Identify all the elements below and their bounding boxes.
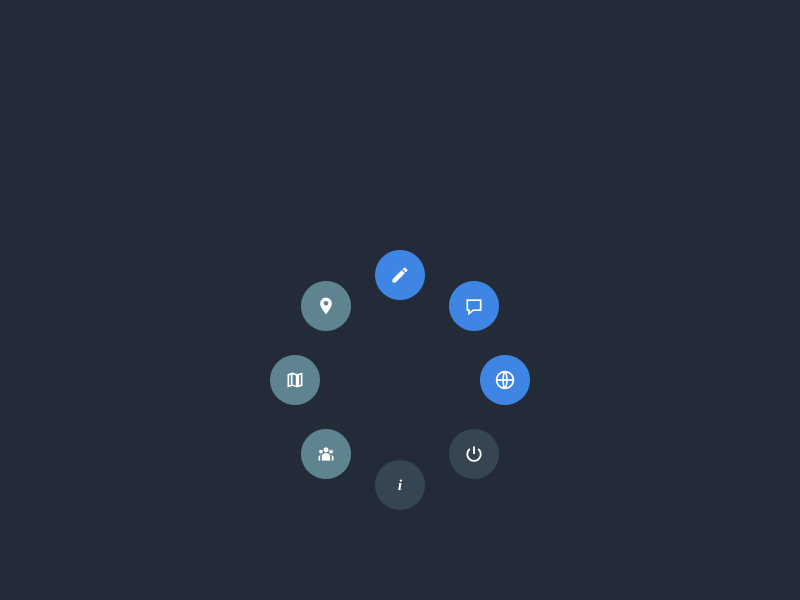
map-icon [285,370,305,390]
group-icon [316,444,336,464]
menu-item-note[interactable] [449,281,499,331]
menu-item-marker[interactable] [301,281,351,331]
power-icon [464,444,484,464]
menu-item-power[interactable] [449,429,499,479]
menu-item-info[interactable]: i [375,460,425,510]
menu-item-edit[interactable] [375,250,425,300]
globe-icon [495,370,515,390]
pencil-icon [390,265,410,285]
note-icon [464,296,484,316]
marker-icon [316,296,336,316]
info-icon: i [390,475,410,495]
menu-item-group[interactable] [301,429,351,479]
svg-text:i: i [398,478,403,494]
menu-item-map[interactable] [270,355,320,405]
menu-item-globe[interactable] [480,355,530,405]
